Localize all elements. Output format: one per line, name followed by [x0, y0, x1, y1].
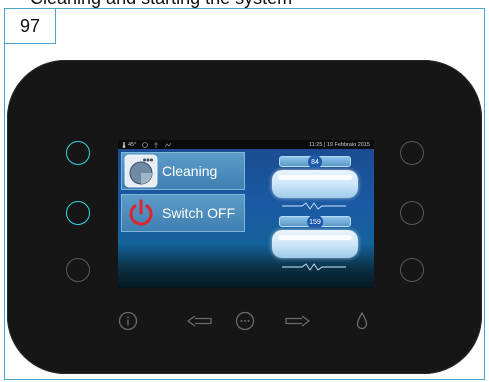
gauge-lower-pillow: [272, 230, 358, 258]
status-indicator-icon: [154, 141, 159, 148]
arrow-left-icon[interactable]: [187, 315, 213, 327]
gauge-lower-bar: 159: [279, 215, 351, 229]
caption-text: Cleaning and starting the system: [30, 0, 292, 8]
menu-item-switch-off-label: Switch OFF: [162, 205, 236, 221]
display-screen: 45° 11:25 | 19 Febbraio 2015 Cleaning Sw…: [118, 140, 374, 288]
gauge-lower: 159: [270, 215, 358, 260]
left-button-2[interactable]: [66, 201, 90, 225]
status-bar: 45° 11:25 | 19 Febbraio 2015: [118, 140, 374, 149]
cleaning-icon: [122, 153, 160, 189]
thermometer-icon: [122, 141, 126, 148]
temperature-readout: 45°: [128, 141, 137, 148]
left-button-3[interactable]: [66, 258, 90, 282]
right-button-1[interactable]: [400, 141, 424, 165]
info-icon[interactable]: [118, 311, 138, 331]
gauge-lower-wave-icon: [282, 263, 346, 271]
page-number: 97: [5, 9, 56, 44]
left-button-1[interactable]: [66, 141, 90, 165]
datetime-readout: 11:25 | 19 Febbraio 2015: [309, 141, 370, 148]
gauge-lower-value: 159: [307, 215, 323, 229]
menu-item-cleaning-label: Cleaning: [162, 163, 218, 179]
gauge-upper-bar: 84: [279, 155, 351, 169]
menu-dots-icon[interactable]: [235, 311, 255, 331]
arrow-right-icon[interactable]: [284, 315, 310, 327]
gauge-upper-value: 84: [308, 155, 322, 169]
gauge-upper: 84: [270, 155, 358, 200]
signal-icon: [165, 142, 172, 147]
gauge-upper-wave-icon: [282, 202, 346, 210]
clock-icon: [142, 141, 149, 148]
gauge-upper-pillow: [272, 170, 358, 198]
right-button-3[interactable]: [400, 258, 424, 282]
menu-item-cleaning[interactable]: Cleaning: [121, 152, 245, 190]
cut-off-caption: Cleaning and starting the system: [0, 0, 489, 8]
water-drop-icon[interactable]: [356, 312, 368, 330]
power-icon: [122, 195, 160, 231]
menu-item-switch-off[interactable]: Switch OFF: [121, 194, 245, 232]
right-button-2[interactable]: [400, 201, 424, 225]
